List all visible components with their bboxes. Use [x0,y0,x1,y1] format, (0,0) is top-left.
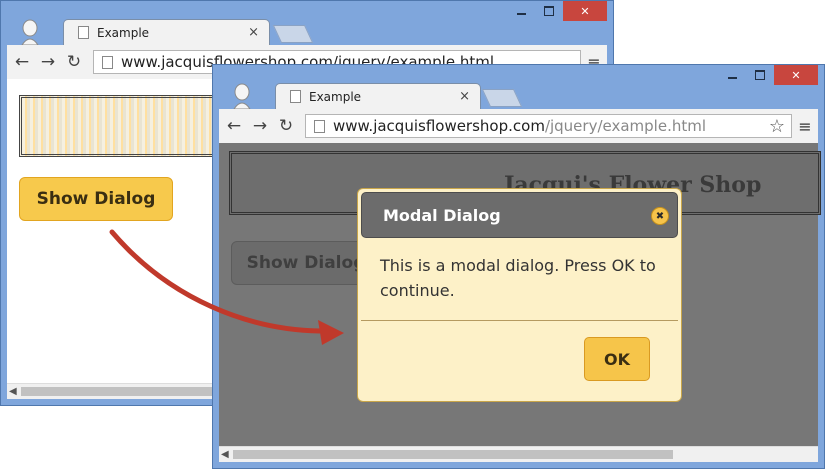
red-arrow-icon [109,229,344,345]
